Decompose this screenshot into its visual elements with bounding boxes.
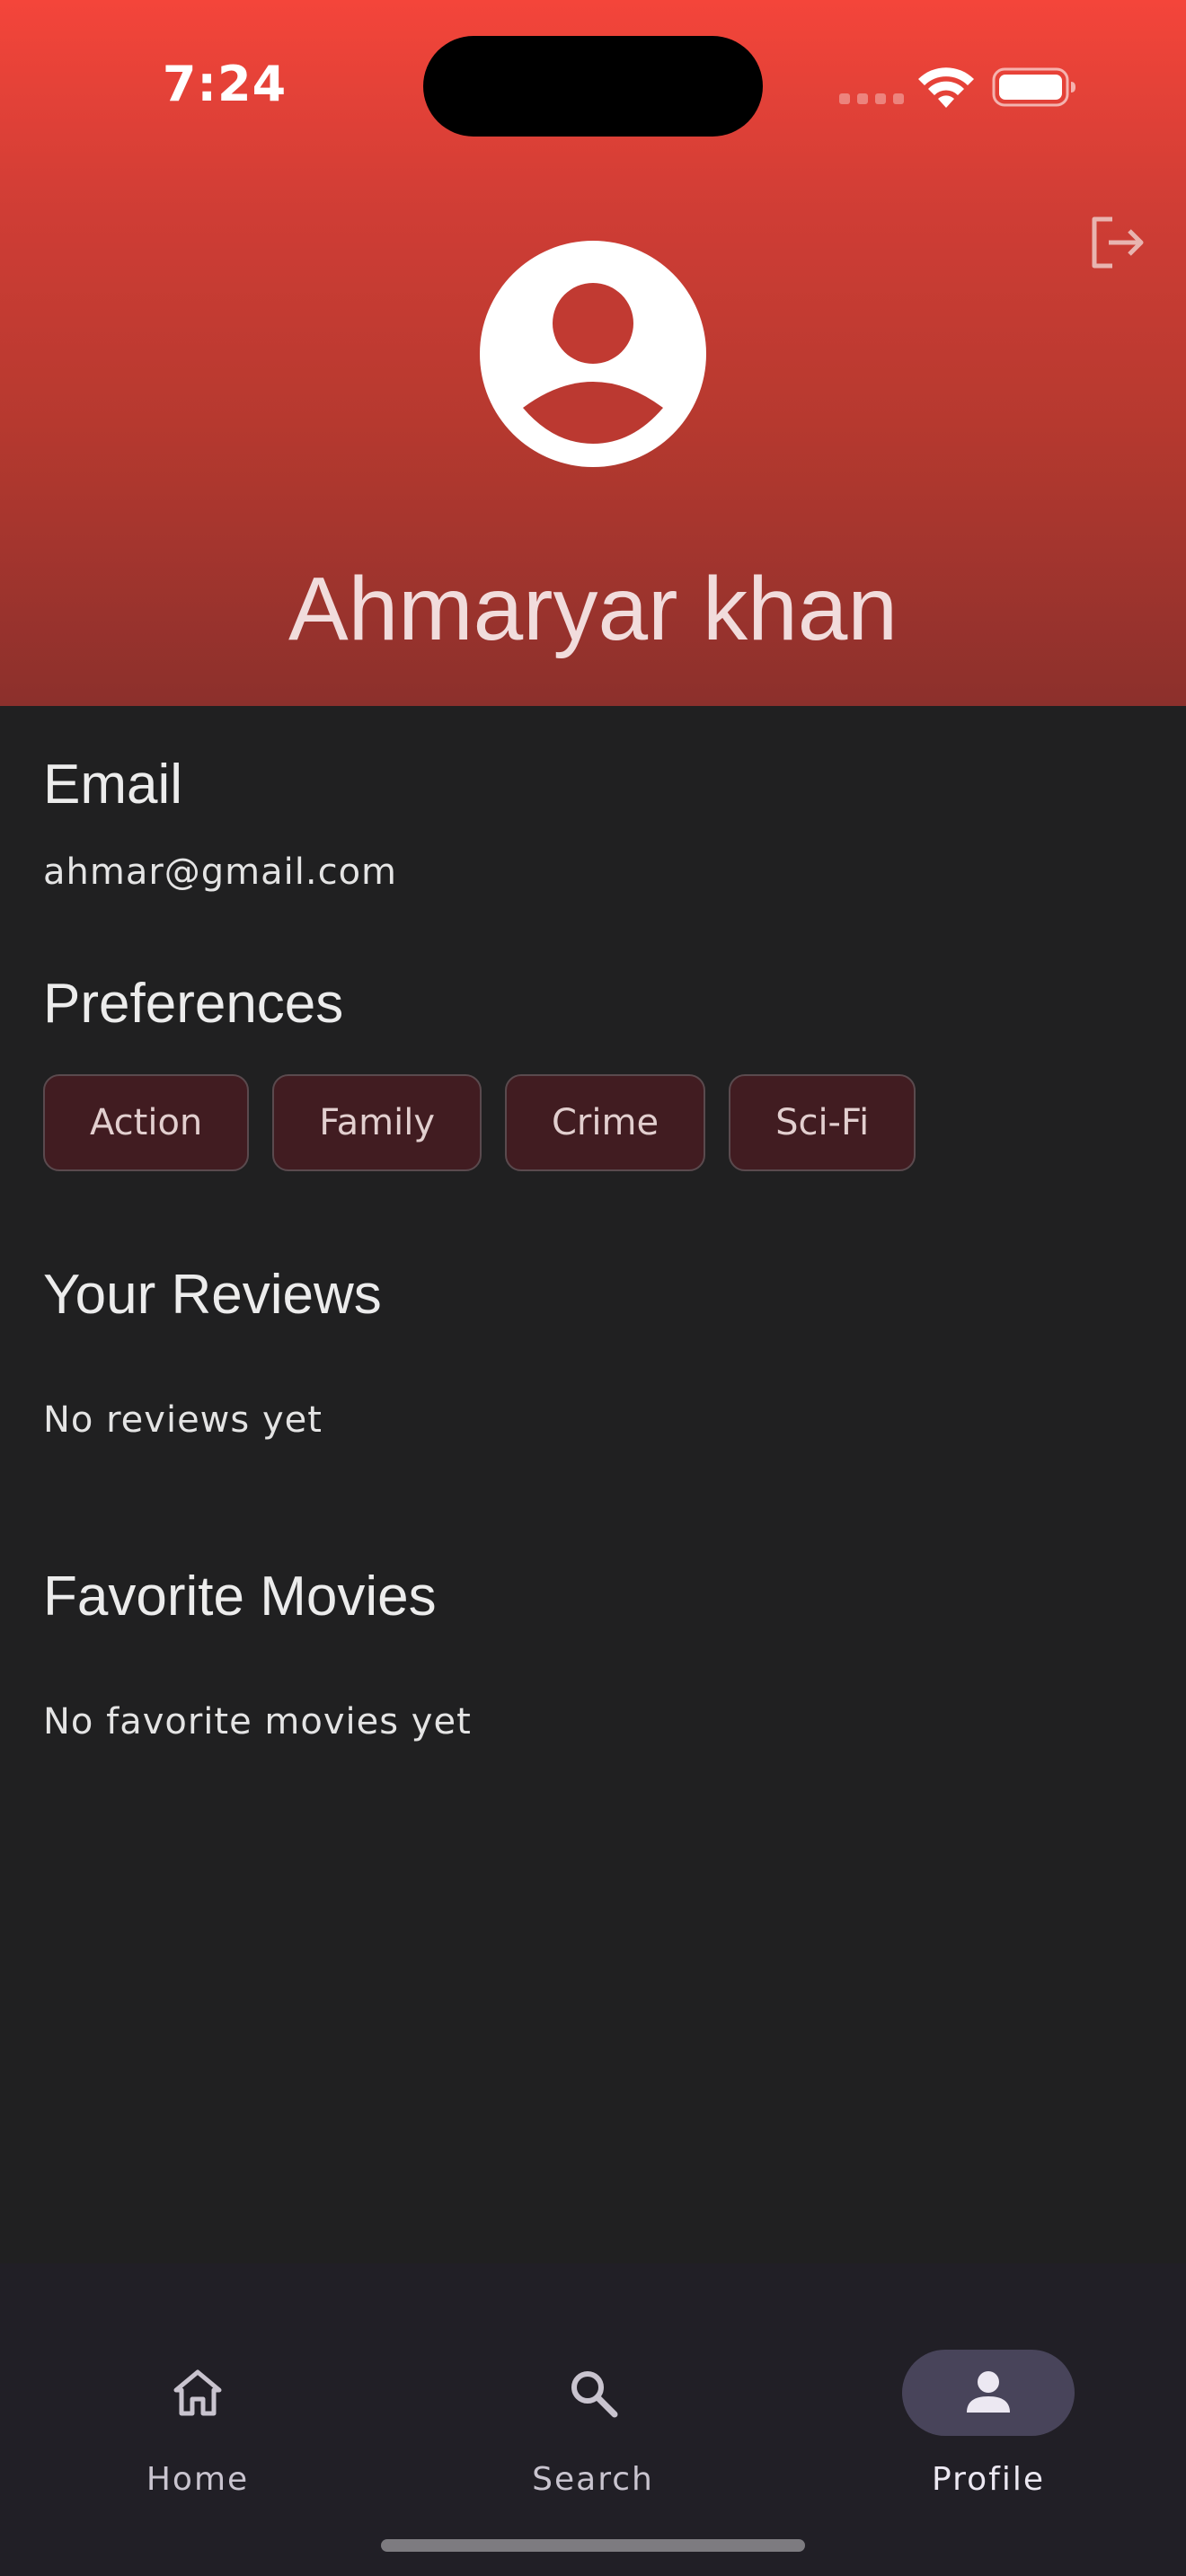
status-time: 7:24 — [162, 56, 288, 112]
reviews-section-title: Your Reviews — [43, 1264, 382, 1326]
search-icon — [571, 2371, 618, 2418]
preferences-section-title: Preferences — [43, 973, 344, 1035]
logout-icon — [1092, 216, 1144, 269]
nav-item-search[interactable]: Search — [458, 2307, 728, 2498]
nav-item-profile[interactable]: Profile — [854, 2307, 1123, 2498]
preferences-chips: Action Family Crime Sci-Fi — [43, 1074, 916, 1171]
favorites-empty-text: No favorite movies yet — [43, 1701, 472, 1742]
logout-button[interactable] — [1084, 208, 1152, 277]
favorites-section-title: Favorite Movies — [43, 1566, 437, 1628]
preference-chip-sci-fi[interactable]: Sci-Fi — [729, 1074, 916, 1171]
email-section-title: Email — [43, 754, 183, 816]
bottom-navigation-bar: Home Search Profile — [0, 2263, 1186, 2576]
profile-screen: 7:24 Ahmaryar khan Email ahmar@gmail.com… — [0, 0, 1186, 2576]
nav-label-home: Home — [146, 2461, 250, 2498]
profile-header: 7:24 Ahmaryar khan — [0, 0, 1186, 706]
nav-label-search: Search — [532, 2461, 654, 2498]
email-value: ahmar@gmail.com — [43, 851, 398, 893]
home-icon — [173, 2369, 222, 2416]
home-indicator[interactable] — [381, 2539, 805, 2552]
reviews-empty-text: No reviews yet — [43, 1399, 323, 1441]
user-name: Ahmaryar khan — [288, 559, 898, 659]
nav-label-profile: Profile — [932, 2461, 1045, 2498]
nav-active-indicator — [902, 2350, 1075, 2436]
preference-chip-action[interactable]: Action — [43, 1074, 250, 1171]
battery-icon — [992, 67, 1075, 107]
account-circle-icon — [480, 241, 706, 467]
status-bar: 7:24 — [0, 0, 1186, 180]
dynamic-island — [423, 36, 763, 137]
cellular-signal-icon — [839, 93, 904, 104]
nav-item-home[interactable]: Home — [63, 2307, 332, 2498]
preference-chip-crime[interactable]: Crime — [505, 1074, 706, 1171]
person-icon — [967, 2371, 1010, 2413]
preference-chip-family[interactable]: Family — [272, 1074, 482, 1171]
wifi-icon — [918, 67, 974, 108]
